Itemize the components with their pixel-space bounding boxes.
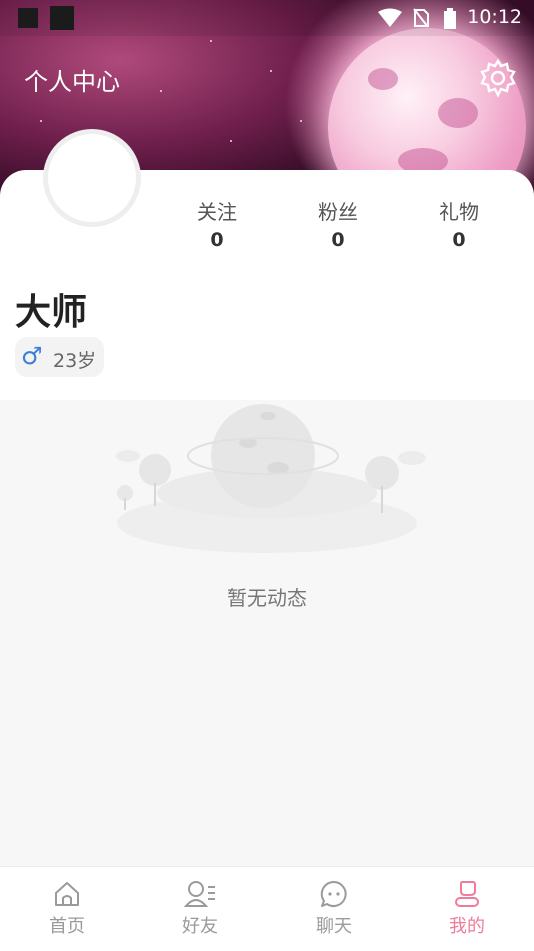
tab-friends[interactable]: 好友 <box>133 867 267 951</box>
tab-home-label: 首页 <box>49 916 85 937</box>
tab-chat[interactable]: 聊天 <box>267 867 401 951</box>
stat-gifts-value: 0 <box>452 229 466 251</box>
stat-following-label: 关注 <box>197 200 237 224</box>
tab-mine[interactable]: 我的 <box>400 867 534 951</box>
empty-state-text: 暂无动态 <box>227 586 307 610</box>
no-sim-icon <box>413 8 429 28</box>
gear-icon[interactable] <box>478 58 518 98</box>
image-notification-icon <box>18 8 38 28</box>
status-bar: 10:12 <box>0 0 534 36</box>
wifi-icon <box>378 8 402 27</box>
tab-home[interactable]: 首页 <box>0 867 134 951</box>
bottom-tab-bar: 首页 好友 聊天 我的 <box>0 866 534 951</box>
empty-state-illustration <box>116 404 426 553</box>
home-icon <box>55 882 79 906</box>
stat-fans-value: 0 <box>331 229 345 251</box>
tab-chat-label: 聊天 <box>316 916 352 937</box>
page-title: 个人中心 <box>24 68 120 96</box>
age-text: 23岁 <box>53 350 97 372</box>
tab-friends-label: 好友 <box>182 916 218 937</box>
stat-gifts-label: 礼物 <box>439 200 479 224</box>
stat-fans[interactable]: 粉丝 0 <box>293 196 383 251</box>
status-time: 10:12 <box>467 6 522 28</box>
tab-mine-label: 我的 <box>449 916 485 937</box>
stat-following-value: 0 <box>210 229 224 251</box>
stat-following[interactable]: 关注 0 <box>172 196 262 251</box>
friends-icon <box>184 881 215 907</box>
chat-icon <box>320 880 347 907</box>
app-notification-icon <box>50 6 74 30</box>
stat-fans-label: 粉丝 <box>318 200 358 224</box>
battery-icon <box>444 8 456 29</box>
male-icon: ♂ <box>21 342 43 370</box>
profile-icon <box>455 881 479 907</box>
gender-age-badge: ♂ 23岁 <box>15 337 104 377</box>
user-name: 大师 <box>15 292 88 333</box>
stat-gifts[interactable]: 礼物 0 <box>414 196 504 251</box>
avatar[interactable] <box>43 129 141 227</box>
